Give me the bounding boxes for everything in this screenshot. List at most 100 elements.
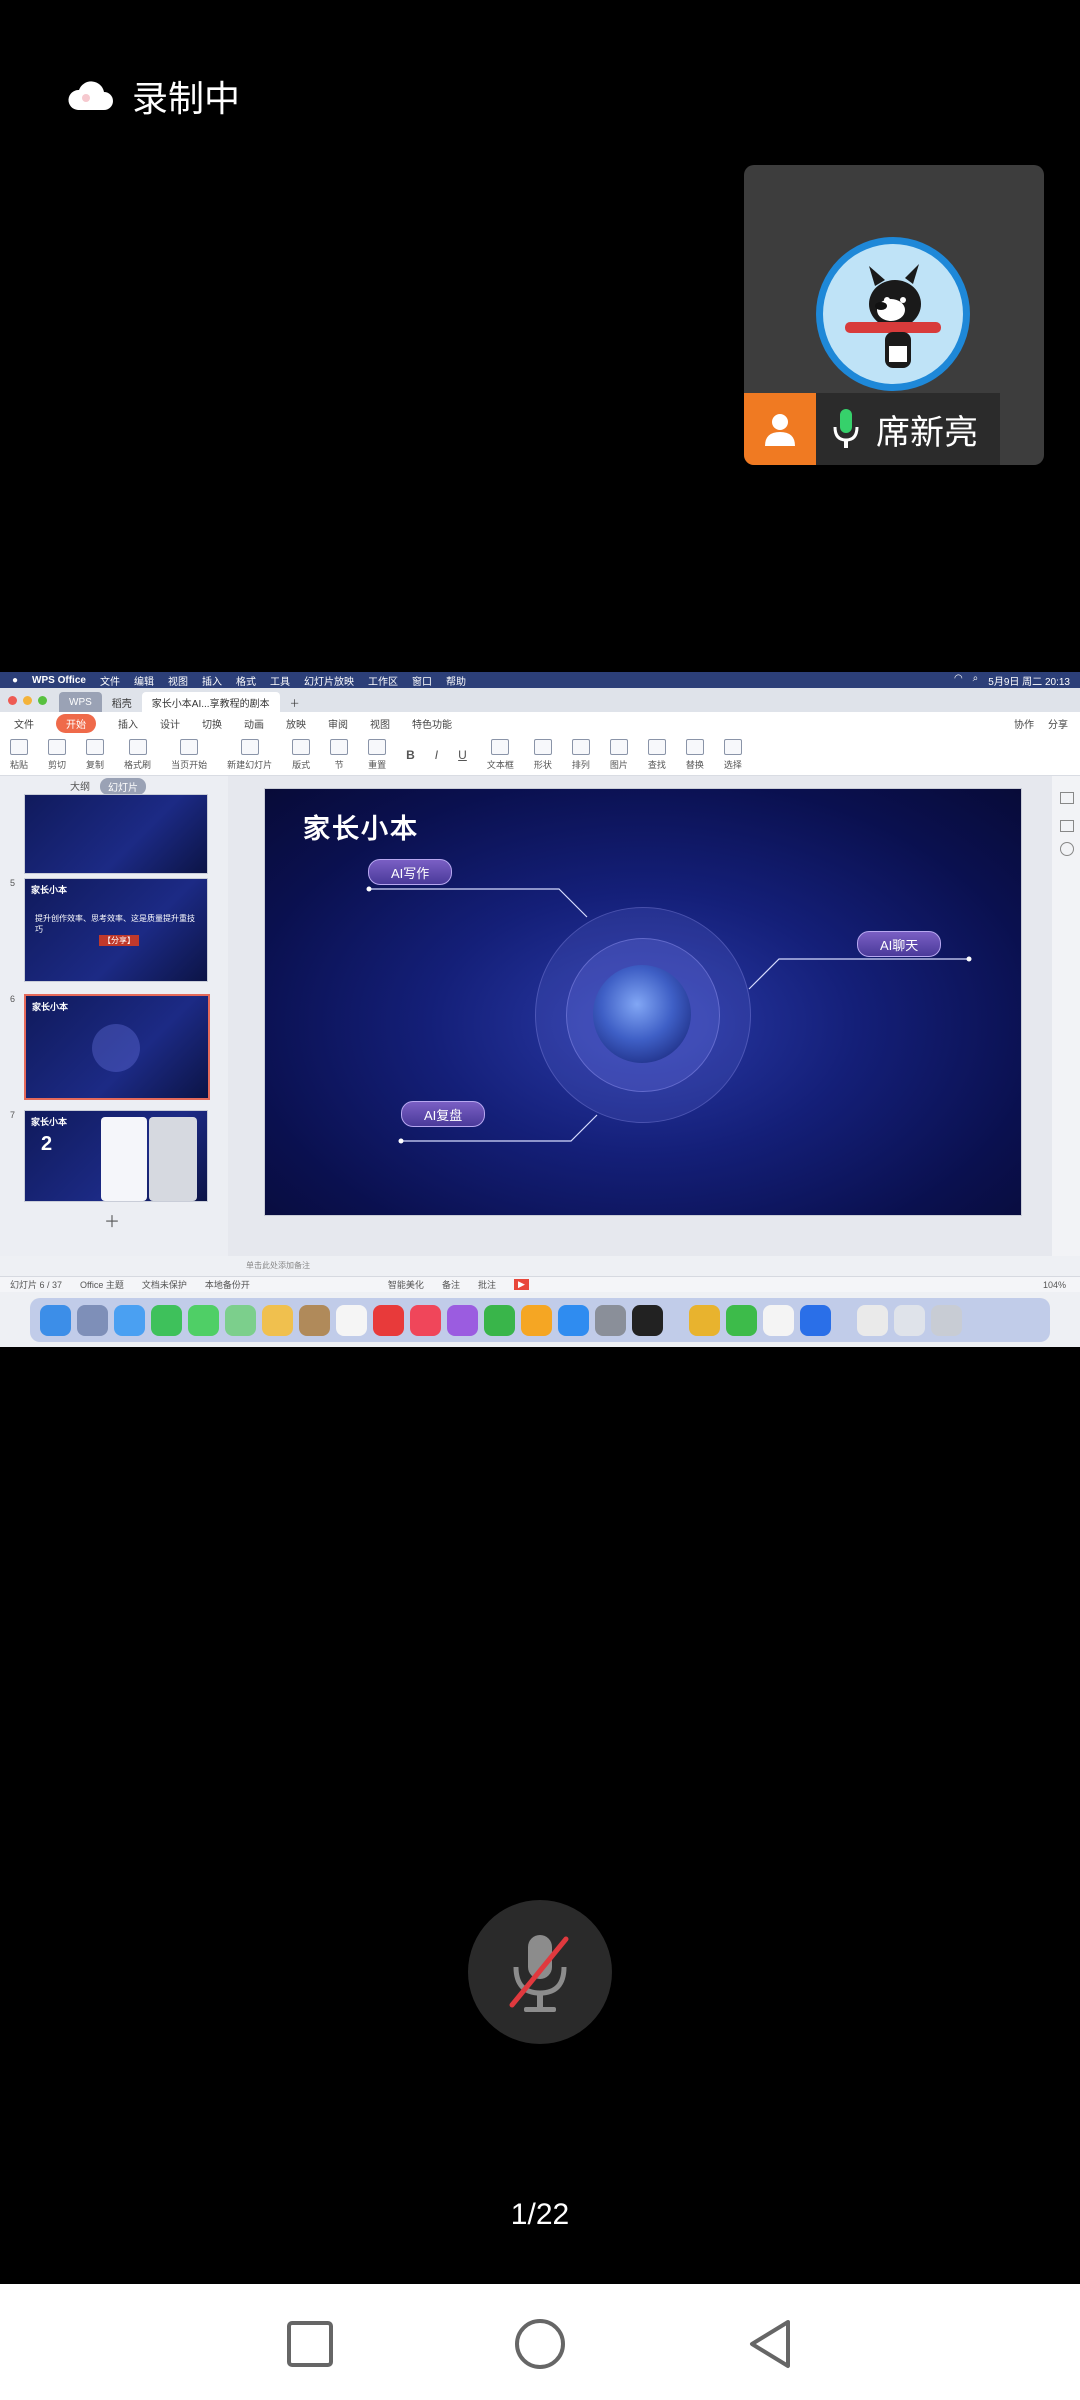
underline-button[interactable]: U <box>458 748 467 762</box>
menu-item[interactable]: 视图 <box>168 673 188 688</box>
menu-item[interactable]: 工具 <box>270 673 290 688</box>
messages-icon[interactable] <box>188 1304 219 1336</box>
terminal-icon[interactable] <box>632 1304 663 1336</box>
slide-editing-area[interactable]: 家长小本 AI写作 AI聊天 AI复盘 <box>228 776 1052 1256</box>
replace-button[interactable]: 替换 <box>685 738 704 771</box>
tab-current-document[interactable]: 家长小本AI...享教程的剧本 <box>141 692 280 712</box>
ribbon-tab-animation[interactable]: 动画 <box>244 716 264 731</box>
properties-icon[interactable] <box>1060 792 1074 804</box>
ribbon-tab-slideshow[interactable]: 放映 <box>286 716 306 731</box>
search-icon[interactable]: ⌕ <box>973 673 979 688</box>
menu-item[interactable]: 幻灯片放映 <box>304 673 354 688</box>
recent-apps-button[interactable] <box>280 2314 340 2374</box>
tab-slides[interactable]: 幻灯片 <box>100 778 146 795</box>
slide-thumbnail-6[interactable]: 家长小本 <box>24 994 210 1100</box>
slide-thumbnail-4[interactable] <box>24 794 208 874</box>
italic-button[interactable]: I <box>435 748 438 762</box>
back-button[interactable] <box>740 2314 800 2374</box>
numbers-icon[interactable] <box>484 1304 515 1336</box>
contacts-icon[interactable] <box>299 1304 330 1336</box>
tab-outline[interactable]: 大纲 <box>70 778 90 795</box>
arrange-button[interactable]: 排列 <box>571 738 590 771</box>
settings-icon[interactable] <box>595 1304 626 1336</box>
share-button[interactable]: 分享 <box>1048 716 1068 731</box>
downloads-icon[interactable] <box>894 1304 925 1336</box>
mail-icon[interactable] <box>114 1304 145 1336</box>
ai-writing-pill[interactable]: AI写作 <box>368 859 453 885</box>
chrome-icon[interactable] <box>689 1304 720 1336</box>
tab-docer[interactable]: 稻壳 <box>102 692 142 712</box>
menu-item[interactable]: 格式 <box>236 673 256 688</box>
ribbon-tab-design[interactable]: 设计 <box>160 716 180 731</box>
minimize-dot[interactable] <box>23 695 32 705</box>
comment-button[interactable]: 批注 <box>478 1278 496 1291</box>
ribbon-tab-review[interactable]: 审阅 <box>328 716 348 731</box>
new-tab-plus-icon[interactable]: ＋ <box>280 692 310 712</box>
music-icon[interactable] <box>410 1304 441 1336</box>
select-button[interactable]: 选择 <box>723 738 742 771</box>
wifi-icon[interactable]: ◠ <box>954 673 963 688</box>
maps-icon[interactable] <box>225 1304 256 1336</box>
facetime-icon[interactable] <box>151 1304 182 1336</box>
menu-item[interactable]: WPS Office <box>32 675 86 686</box>
picture-button[interactable]: 图片 <box>609 738 628 771</box>
cut-button[interactable]: 剪切 <box>48 738 66 771</box>
tab-wps[interactable]: WPS <box>59 692 102 712</box>
pages-icon[interactable] <box>521 1304 552 1336</box>
menu-item[interactable]: 工作区 <box>368 673 398 688</box>
slide-thumbnail-7[interactable]: 家长小本 2 <box>24 1110 208 1202</box>
textbox-button[interactable]: 文本框 <box>487 738 514 771</box>
ribbon-tab-special[interactable]: 特色功能 <box>412 716 452 731</box>
ribbon-tab-file[interactable]: 文件 <box>14 716 34 731</box>
copy-button[interactable]: 复制 <box>86 738 104 771</box>
menu-item[interactable]: 帮助 <box>446 673 466 688</box>
app-store-icon[interactable] <box>558 1304 589 1336</box>
slide-thumbnail-5[interactable]: 家长小本 提升创作效率、思考效率、这是质量提升重技巧 【分享】 <box>24 878 208 982</box>
backup-status[interactable]: 本地备份开 <box>205 1278 250 1291</box>
current-slide[interactable]: 家长小本 AI写作 AI聊天 AI复盘 <box>264 788 1022 1216</box>
paste-button[interactable]: 粘贴 <box>10 738 28 771</box>
section-button[interactable]: 节 <box>330 738 349 771</box>
lark-icon[interactable] <box>800 1304 831 1336</box>
home-button[interactable] <box>510 2314 570 2374</box>
close-dot[interactable] <box>8 695 17 705</box>
menu-item[interactable]: 编辑 <box>134 673 154 688</box>
reset-button[interactable]: 重置 <box>368 738 386 771</box>
collaborate-button[interactable]: 协作 <box>1014 716 1034 731</box>
new-slide-button[interactable]: 新建幻灯片 <box>227 738 272 771</box>
ribbon-tab-home[interactable]: 开始 <box>56 713 96 733</box>
ai-chat-pill[interactable]: AI聊天 <box>857 931 942 957</box>
shape-button[interactable]: 形状 <box>533 738 552 771</box>
layout-button[interactable]: 版式 <box>292 738 310 771</box>
menu-item[interactable]: 文件 <box>100 673 120 688</box>
mute-button[interactable] <box>468 1900 612 2044</box>
wps-icon[interactable] <box>373 1304 404 1336</box>
bold-button[interactable]: B <box>406 748 415 762</box>
launchpad-icon[interactable] <box>77 1304 108 1336</box>
wechat-icon[interactable] <box>726 1304 757 1336</box>
style-icon[interactable] <box>1060 820 1074 832</box>
ribbon-tab-transition[interactable]: 切换 <box>202 716 222 731</box>
trash-icon[interactable] <box>931 1304 962 1336</box>
ribbon-tab-insert[interactable]: 插入 <box>118 716 138 731</box>
zoom-level[interactable]: 104% <box>1043 1280 1080 1290</box>
notes-area[interactable]: 单击此处添加备注 <box>228 1256 1052 1276</box>
participant-tile[interactable]: 席新亮 <box>744 165 1044 465</box>
history-icon[interactable] <box>1060 842 1074 856</box>
beautify-button[interactable]: 智能美化 <box>388 1278 424 1291</box>
reminders-icon[interactable] <box>336 1304 367 1336</box>
menu-item[interactable]: 插入 <box>202 673 222 688</box>
protection-status[interactable]: 文档未保护 <box>142 1278 187 1291</box>
find-button[interactable]: 查找 <box>647 738 666 771</box>
presentation-doc-icon[interactable] <box>763 1304 794 1336</box>
menu-item[interactable]: 窗口 <box>412 673 432 688</box>
photos-icon[interactable] <box>262 1304 293 1336</box>
play-current-button[interactable]: 当页开始 <box>171 738 207 771</box>
notes-button[interactable]: 备注 <box>442 1278 460 1291</box>
play-slideshow-icon[interactable]: ▶ <box>513 1279 529 1290</box>
podcasts-icon[interactable] <box>447 1304 478 1336</box>
ribbon-tab-view[interactable]: 视图 <box>370 716 390 731</box>
ai-review-pill[interactable]: AI复盘 <box>401 1101 486 1127</box>
add-slide-plus-icon[interactable]: ＋ <box>104 1208 120 1232</box>
document-icon[interactable] <box>857 1304 888 1336</box>
